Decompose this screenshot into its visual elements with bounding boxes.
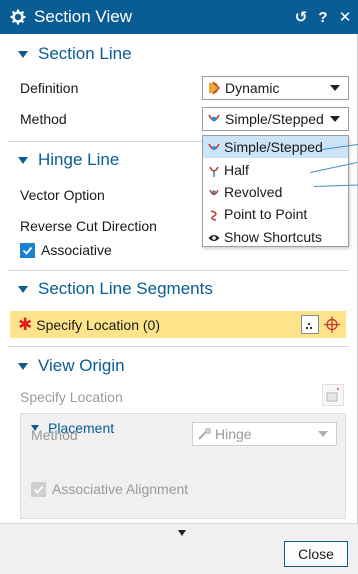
popup-item-show-shortcuts[interactable]: Show Shortcuts bbox=[203, 226, 348, 248]
point-to-point-icon bbox=[208, 208, 220, 222]
specify-location-label: Specify Location (0) bbox=[36, 316, 160, 333]
required-asterisk-icon: ✱ bbox=[18, 314, 33, 334]
collapse-triangle-icon bbox=[18, 285, 28, 293]
more-options-icon[interactable] bbox=[178, 530, 186, 536]
dynamic-icon bbox=[207, 81, 221, 95]
eye-icon bbox=[208, 231, 220, 243]
method-dropdown[interactable]: Simple/Stepped bbox=[202, 107, 349, 131]
chevron-down-icon bbox=[330, 85, 340, 91]
help-icon[interactable]: ? bbox=[316, 9, 330, 26]
point-dialog-button[interactable] bbox=[301, 315, 319, 334]
associative-label: Associative bbox=[41, 242, 112, 258]
vector-option-label: Vector Option bbox=[20, 187, 105, 203]
associative-alignment-label: Associative Alignment bbox=[52, 481, 189, 497]
view-origin-header[interactable]: View Origin bbox=[0, 352, 358, 380]
placement-method-label: Method bbox=[31, 427, 78, 443]
reverse-cut-direction-label: Reverse Cut Direction bbox=[20, 218, 157, 234]
divider bbox=[8, 270, 349, 271]
placement-group: Placement Method Hinge Associative Align… bbox=[20, 413, 346, 519]
title-bar[interactable]: Section View ↺ ? ✕ bbox=[0, 0, 358, 34]
checkmark-icon bbox=[33, 485, 44, 494]
placement-method-value: Hinge bbox=[215, 426, 252, 442]
simple-stepped-icon bbox=[207, 112, 221, 126]
hinge-line-title: Hinge Line bbox=[38, 150, 120, 169]
reset-icon[interactable]: ↺ bbox=[294, 8, 308, 26]
collapse-triangle-icon bbox=[18, 362, 28, 370]
divider bbox=[8, 346, 349, 347]
section-line-header[interactable]: Section Line bbox=[0, 40, 358, 68]
placement-method-dropdown[interactable]: Hinge bbox=[192, 422, 337, 446]
section-line-segments-title: Section Line Segments bbox=[38, 279, 213, 298]
definition-dropdown[interactable]: Dynamic bbox=[202, 76, 349, 100]
dialog-title: Section View bbox=[34, 7, 132, 26]
section-line-title: Section Line bbox=[38, 44, 132, 63]
simple-stepped-icon bbox=[208, 141, 220, 153]
chevron-down-icon bbox=[330, 116, 340, 122]
popup-item-revolved[interactable]: Revolved bbox=[203, 181, 348, 203]
popup-item-simple-stepped[interactable]: Simple/Stepped bbox=[203, 136, 348, 159]
specify-location-row[interactable]: ✱ Specify Location (0) bbox=[10, 311, 346, 338]
method-value: Simple/Stepped bbox=[225, 111, 324, 127]
collapse-triangle-icon bbox=[18, 156, 28, 164]
checkmark-icon bbox=[22, 246, 33, 255]
close-icon[interactable]: ✕ bbox=[338, 8, 352, 26]
definition-label: Definition bbox=[20, 80, 79, 96]
origin-point-button[interactable] bbox=[322, 384, 344, 406]
definition-value: Dynamic bbox=[225, 80, 280, 96]
view-origin-title: View Origin bbox=[38, 356, 125, 375]
associative-alignment-checkbox[interactable] bbox=[31, 482, 46, 497]
close-button[interactable]: Close bbox=[284, 541, 348, 567]
hinge-icon bbox=[197, 427, 211, 441]
view-origin-specify-location-label: Specify Location bbox=[20, 389, 123, 405]
revolved-icon bbox=[208, 186, 220, 198]
associative-checkbox[interactable] bbox=[20, 243, 35, 258]
section-view-dialog: Section View ↺ ? ✕ Section Line Definiti… bbox=[0, 0, 358, 574]
popup-item-half[interactable]: Half bbox=[203, 158, 348, 180]
method-popup-list: Simple/Stepped Half Revolved Point to Po… bbox=[202, 135, 349, 247]
point-picker-icon[interactable] bbox=[323, 315, 341, 334]
chevron-down-icon bbox=[318, 431, 328, 437]
half-icon bbox=[208, 164, 220, 177]
method-label: Method bbox=[20, 111, 67, 127]
gear-icon bbox=[10, 9, 26, 25]
section-line-segments-header[interactable]: Section Line Segments bbox=[0, 275, 358, 303]
popup-item-point-to-point[interactable]: Point to Point bbox=[203, 203, 348, 225]
dialog-footer: Close bbox=[0, 523, 358, 574]
collapse-triangle-icon bbox=[18, 50, 28, 58]
